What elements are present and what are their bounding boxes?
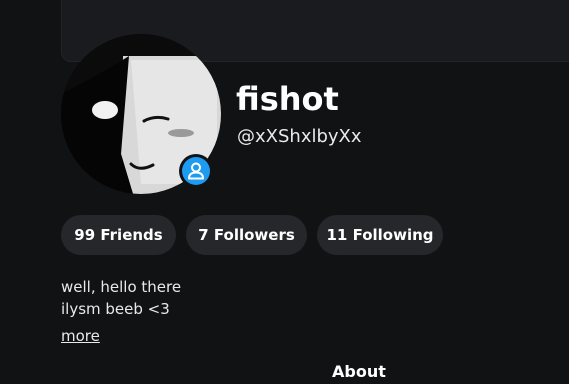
followers-button[interactable]: 7 Followers bbox=[186, 215, 307, 255]
profile-page: fishot @xXShxlbyXx 99 Friends 7 Follower… bbox=[0, 0, 569, 384]
more-link[interactable]: more bbox=[61, 327, 100, 345]
display-name: fishot bbox=[236, 80, 339, 118]
following-button[interactable]: 11 Following bbox=[317, 215, 443, 255]
username: @xXShxlbyXx bbox=[237, 126, 362, 147]
about-heading: About bbox=[332, 362, 386, 381]
friends-button[interactable]: 99 Friends bbox=[61, 215, 176, 255]
bio-line: ilysm beeb <3 bbox=[61, 300, 170, 318]
bio-line: well, hello there bbox=[61, 278, 182, 296]
bio-text: well, hello there ilysm beeb <3 bbox=[61, 276, 181, 320]
user-icon bbox=[188, 162, 204, 180]
status-badge bbox=[179, 154, 213, 188]
